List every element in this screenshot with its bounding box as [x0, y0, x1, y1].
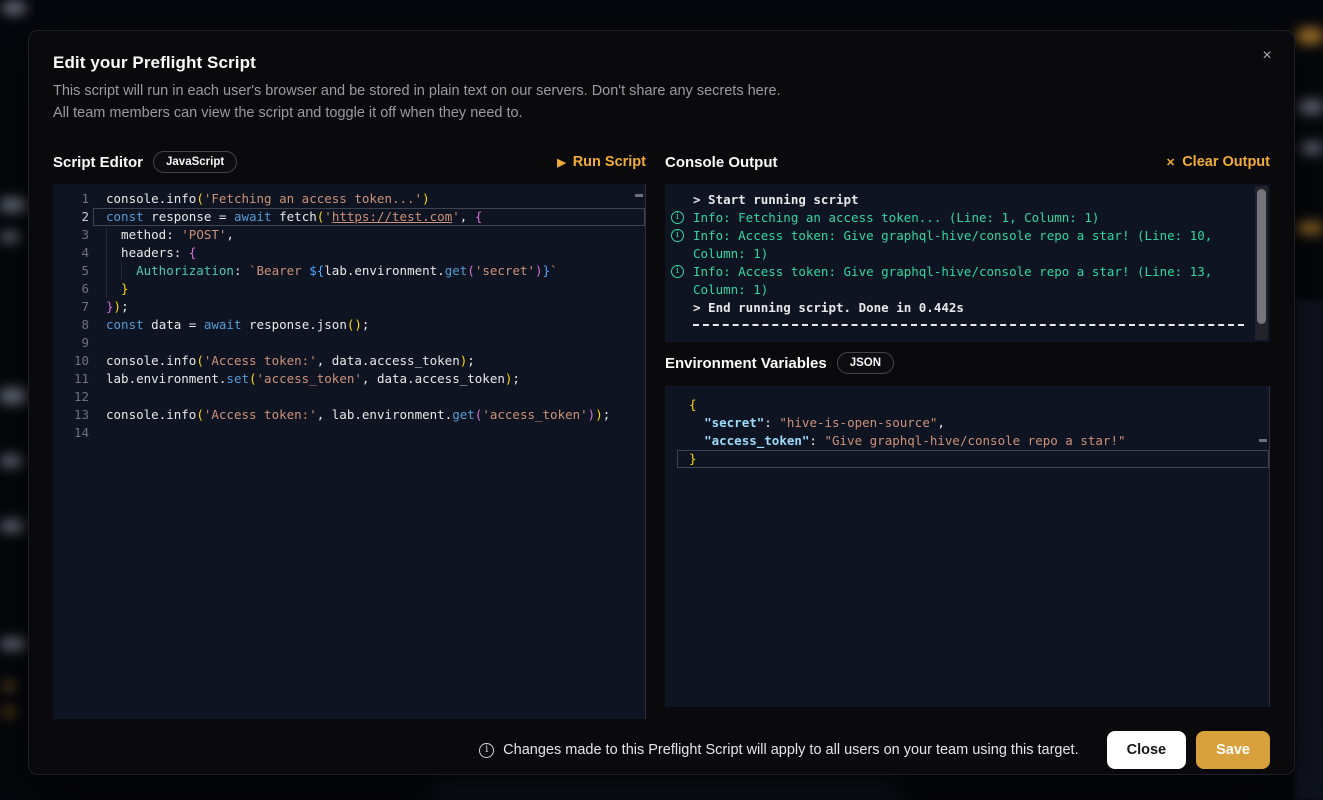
run-script-label: Run Script [573, 154, 646, 170]
clear-output-button[interactable]: ✕ Clear Output [1166, 154, 1270, 170]
close-button[interactable]: Close [1107, 731, 1187, 769]
blurred-bg-dot [4, 708, 14, 716]
code-line: 8const data = await response.json(); [53, 316, 645, 334]
line-number: 12 [53, 388, 89, 406]
code-line: 12 [53, 388, 645, 406]
code-line: 9 [53, 334, 645, 352]
console-line: > Start running script [671, 191, 1270, 209]
description-line-2: All team members can view the script and… [53, 102, 1270, 124]
env-variables-header: Environment Variables JSON [665, 349, 1270, 377]
script-editor-title: Script Editor [53, 154, 143, 171]
clear-output-label: Clear Output [1182, 154, 1270, 170]
console-separator [693, 324, 1244, 326]
line-number: 9 [53, 334, 89, 352]
blurred-bg-text [1299, 100, 1323, 114]
console-line: iInfo: Fetching an access token... (Line… [671, 209, 1270, 227]
blurred-bg-dot [4, 682, 14, 690]
script-editor-header: Script Editor JavaScript ▶ Run Script [53, 148, 646, 176]
code-line: 1console.info('Fetching an access token.… [53, 190, 645, 208]
info-icon: i [671, 211, 684, 224]
code-line: "access_token": "Give graphql-hive/conso… [665, 432, 1269, 450]
blurred-bg-text [1301, 142, 1323, 154]
footer-note-text: Changes made to this Preflight Script wi… [503, 742, 1078, 758]
blurred-bg-text [1297, 28, 1323, 44]
line-number: 4 [53, 244, 89, 262]
run-script-button[interactable]: ▶ Run Script [557, 154, 646, 170]
dialog-description: This script will run in each user's brow… [53, 80, 1270, 124]
script-code-editor[interactable]: 1console.info('Fetching an access token.… [53, 184, 646, 719]
info-icon: i [479, 743, 494, 758]
code-line: 4 headers: { [53, 244, 645, 262]
console-line: > End running script. Done in 0.442s [671, 299, 1270, 317]
script-editor-column: Script Editor JavaScript ▶ Run Script 1c… [53, 148, 646, 719]
json-badge: JSON [837, 352, 894, 374]
dialog-title: Edit your Preflight Script [53, 53, 1270, 73]
env-variables-title: Environment Variables [665, 355, 827, 372]
blurred-bg-text [0, 388, 26, 404]
console-scrollbar[interactable] [1255, 186, 1268, 340]
console-output-header: Console Output ✕ Clear Output [665, 148, 1270, 176]
code-line: 2const response = await fetch('https://t… [53, 208, 645, 226]
console-line: iInfo: Access token: Give graphql-hive/c… [671, 263, 1270, 299]
code-line: "secret": "hive-is-open-source", [665, 414, 1269, 432]
blurred-bg-text [0, 198, 26, 212]
line-number: 13 [53, 406, 89, 424]
close-icon[interactable]: × [1256, 45, 1278, 67]
code-line: 11lab.environment.set('access_token', da… [53, 370, 645, 388]
dialog-footer: i Changes made to this Preflight Script … [53, 724, 1270, 776]
line-number: 2 [53, 208, 89, 226]
line-number: 5 [53, 262, 89, 280]
line-number: 7 [53, 298, 89, 316]
code-line: 10console.info('Access token:', data.acc… [53, 352, 645, 370]
env-variables-editor[interactable]: { "secret": "hive-is-open-source", "acce… [665, 386, 1270, 707]
line-number: 14 [53, 424, 89, 442]
blurred-bg-text [0, 638, 26, 650]
code-line: 6 } [53, 280, 645, 298]
code-line: 5 Authorization: `Bearer ${lab.environme… [53, 262, 645, 280]
code-line: 14 [53, 424, 645, 442]
dialog-body: Script Editor JavaScript ▶ Run Script 1c… [53, 148, 1270, 719]
clear-icon: ✕ [1166, 156, 1175, 169]
line-number: 8 [53, 316, 89, 334]
line-number: 1 [53, 190, 89, 208]
code-line: 3 method: 'POST', [53, 226, 645, 244]
blurred-bg-text [1297, 222, 1323, 234]
code-line: 7}); [53, 298, 645, 316]
blurred-bg-text [0, 232, 20, 242]
footer-note: i Changes made to this Preflight Script … [479, 742, 1078, 758]
save-button[interactable]: Save [1196, 731, 1270, 769]
line-number: 3 [53, 226, 89, 244]
preflight-script-dialog: × Edit your Preflight Script This script… [28, 30, 1295, 775]
blurred-bg-panel [1295, 300, 1323, 800]
play-icon: ▶ [557, 156, 565, 169]
console-scrollbar-thumb[interactable] [1257, 189, 1266, 324]
blurred-bg-text [2, 2, 26, 14]
description-line-1: This script will run in each user's brow… [53, 80, 1270, 102]
language-badge: JavaScript [153, 151, 237, 173]
code-line: 13console.info('Access token:', lab.envi… [53, 406, 645, 424]
line-number: 11 [53, 370, 89, 388]
code-line: } [665, 450, 1269, 468]
output-column: Console Output ✕ Clear Output > Start ru… [665, 148, 1270, 719]
line-number: 6 [53, 280, 89, 298]
info-icon: i [671, 229, 684, 242]
code-line: { [665, 396, 1269, 414]
blurred-bg-strip [430, 782, 900, 800]
console-output-title: Console Output [665, 154, 778, 171]
console-line: iInfo: Access token: Give graphql-hive/c… [671, 227, 1270, 263]
blurred-bg-text [0, 455, 22, 467]
line-number: 10 [53, 352, 89, 370]
blurred-bg-text [0, 520, 24, 532]
console-output-panel: > Start running scriptiInfo: Fetching an… [665, 184, 1270, 342]
info-icon: i [671, 265, 684, 278]
